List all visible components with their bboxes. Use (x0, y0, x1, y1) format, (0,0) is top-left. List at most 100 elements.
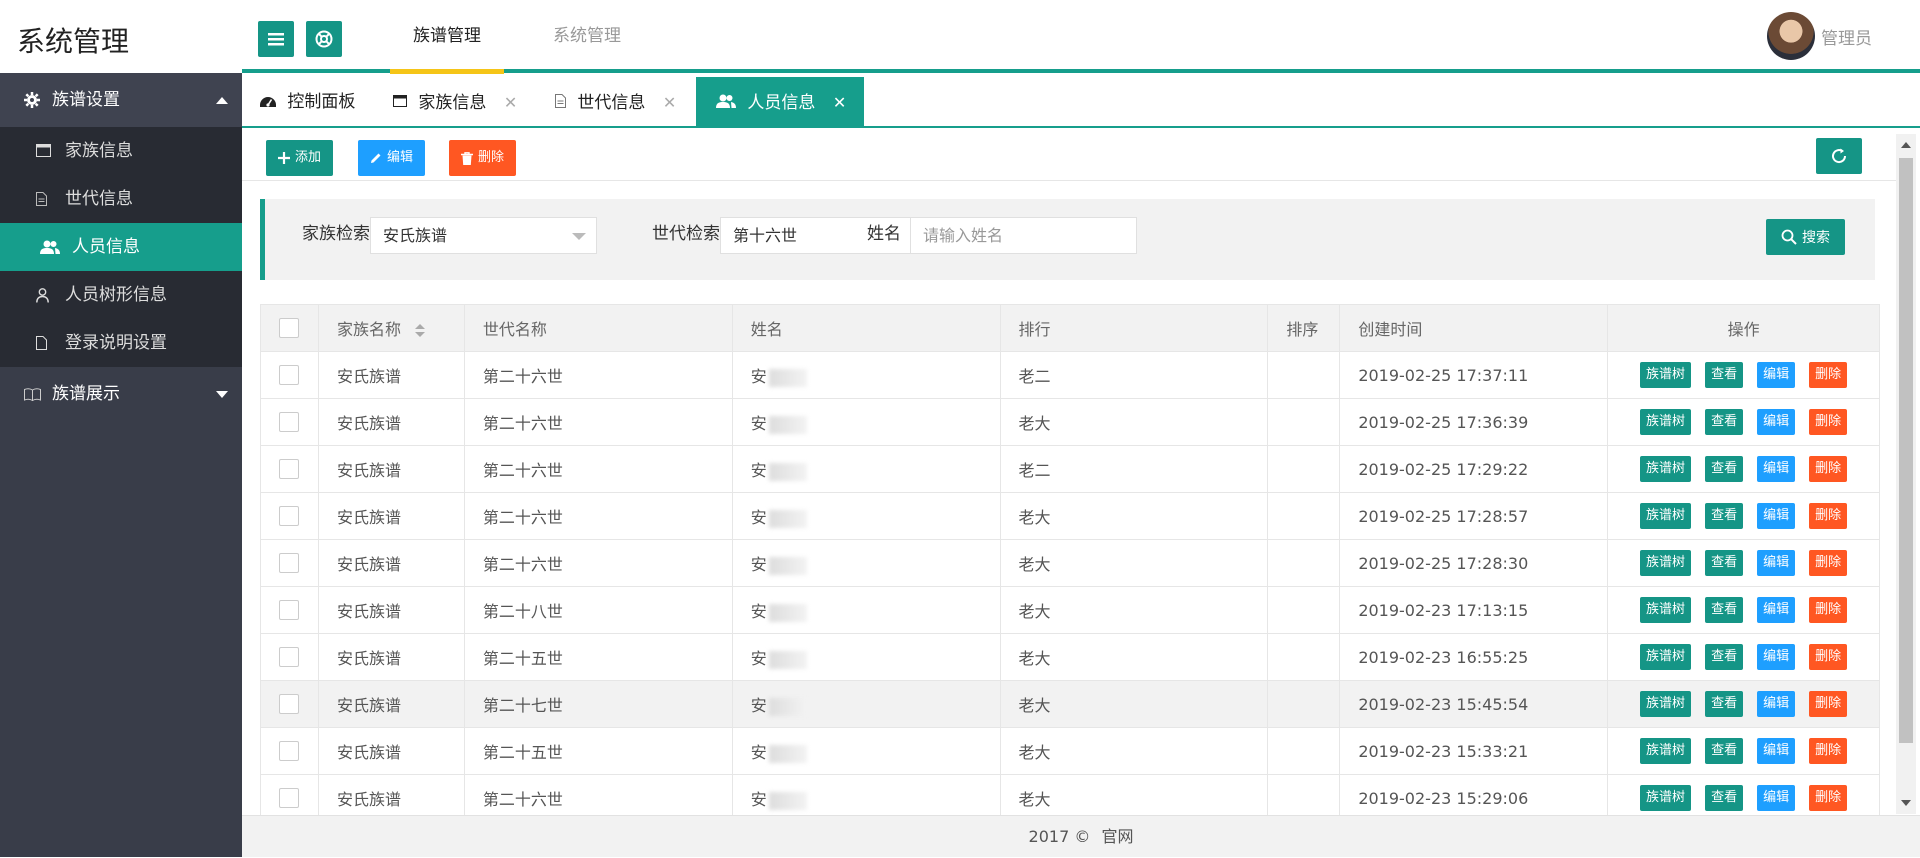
tab-family[interactable]: 家族信息 ✕ (393, 77, 517, 128)
name-input[interactable]: 请输入姓名 (910, 217, 1137, 254)
delete-button[interactable]: 删除 (449, 140, 517, 176)
sidebar-item-members[interactable]: 人员信息 (0, 223, 242, 271)
scrollbar-thumb[interactable] (1899, 158, 1913, 743)
row-checkbox[interactable] (279, 412, 299, 433)
topnav-genealogy[interactable]: 族谱管理 (390, 0, 504, 74)
row-delete-button[interactable]: 删除 (1809, 503, 1848, 529)
row-select-cell[interactable] (260, 727, 319, 775)
edit-button[interactable]: 编辑 (358, 140, 426, 176)
table-row: 安氏族谱 第二十六世安老大 2019-02-25 17:28:57 族谱树 查看 编辑 删除 (260, 492, 1880, 540)
close-icon[interactable]: ✕ (663, 93, 676, 112)
scroll-down-arrow-icon[interactable] (1901, 800, 1911, 806)
row-delete-button[interactable]: 删除 (1809, 597, 1848, 623)
row-select-cell[interactable] (260, 680, 319, 728)
col-generation: 世代名称 (463, 304, 733, 352)
row-edit-button[interactable]: 编辑 (1757, 644, 1796, 670)
tab-members[interactable]: 人员信息 ✕ (696, 77, 864, 128)
row-checkbox[interactable] (279, 788, 299, 809)
row-edit-button[interactable]: 编辑 (1757, 550, 1796, 576)
row-checkbox[interactable] (279, 600, 299, 621)
sidebar-item-family[interactable]: 家族信息 (0, 127, 242, 175)
row-edit-button[interactable]: 编辑 (1757, 691, 1796, 717)
view-button[interactable]: 查看 (1705, 409, 1744, 435)
sidebar-item-login-settings[interactable]: 登录说明设置 (0, 319, 242, 367)
row-edit-button[interactable]: 编辑 (1757, 738, 1796, 764)
help-button[interactable] (306, 21, 342, 57)
row-select-cell[interactable] (260, 351, 319, 399)
row-select-cell[interactable] (260, 774, 319, 815)
sidebar-group-display[interactable]: 族谱展示 (0, 367, 242, 421)
row-edit-button[interactable]: 编辑 (1757, 456, 1796, 482)
vertical-scrollbar[interactable] (1896, 134, 1916, 814)
row-checkbox[interactable] (279, 741, 299, 762)
select-all-checkbox[interactable] (279, 318, 299, 339)
tab-generation[interactable]: 世代信息 ✕ (555, 77, 676, 128)
row-edit-button[interactable]: 编辑 (1757, 597, 1796, 623)
row-delete-button[interactable]: 删除 (1809, 644, 1848, 670)
family-select[interactable]: 安氏族谱 (370, 217, 597, 254)
close-icon[interactable]: ✕ (504, 93, 517, 112)
select-all-cell[interactable] (260, 304, 319, 352)
view-button[interactable]: 查看 (1705, 503, 1744, 529)
row-checkbox[interactable] (279, 365, 299, 386)
row-delete-button[interactable]: 删除 (1809, 362, 1848, 388)
sidebar-item-member-tree[interactable]: 人员树形信息 (0, 271, 242, 319)
sidebar-item-generation[interactable]: 世代信息 (0, 175, 242, 223)
tree-button[interactable]: 族谱树 (1640, 691, 1692, 717)
add-button[interactable]: 添加 (266, 140, 334, 176)
row-select-cell[interactable] (260, 633, 319, 681)
tree-button[interactable]: 族谱树 (1640, 503, 1692, 529)
sort-icon[interactable] (415, 323, 425, 338)
row-checkbox[interactable] (279, 553, 299, 574)
row-edit-button[interactable]: 编辑 (1757, 785, 1796, 811)
row-checkbox[interactable] (279, 694, 299, 715)
row-checkbox[interactable] (279, 647, 299, 668)
row-select-cell[interactable] (260, 539, 319, 587)
tree-button[interactable]: 族谱树 (1640, 785, 1692, 811)
row-checkbox[interactable] (279, 459, 299, 480)
row-select-cell[interactable] (260, 398, 319, 446)
tree-button[interactable]: 族谱树 (1640, 597, 1692, 623)
cell-generation: 第二十六世 (463, 351, 733, 399)
close-icon[interactable]: ✕ (833, 93, 846, 112)
user-menu[interactable]: 管理员 (1767, 12, 1872, 60)
refresh-button[interactable] (1816, 138, 1862, 174)
row-select-cell[interactable] (260, 492, 319, 540)
row-select-cell[interactable] (260, 586, 319, 634)
row-delete-button[interactable]: 删除 (1809, 785, 1848, 811)
scroll-up-arrow-icon[interactable] (1901, 142, 1911, 148)
row-edit-button[interactable]: 编辑 (1757, 503, 1796, 529)
view-button[interactable]: 查看 (1705, 738, 1744, 764)
row-delete-button[interactable]: 删除 (1809, 550, 1848, 576)
tree-button[interactable]: 族谱树 (1640, 644, 1692, 670)
view-button[interactable]: 查看 (1705, 456, 1744, 482)
cell-order (1267, 539, 1341, 587)
row-checkbox[interactable] (279, 506, 299, 527)
row-edit-button[interactable]: 编辑 (1757, 362, 1796, 388)
tree-button[interactable]: 族谱树 (1640, 409, 1692, 435)
row-delete-button[interactable]: 删除 (1809, 456, 1848, 482)
row-select-cell[interactable] (260, 445, 319, 493)
search-button[interactable]: 搜索 (1766, 219, 1845, 255)
tree-button[interactable]: 族谱树 (1640, 550, 1692, 576)
view-button[interactable]: 查看 (1705, 691, 1744, 717)
view-button[interactable]: 查看 (1705, 362, 1744, 388)
tree-button[interactable]: 族谱树 (1640, 738, 1692, 764)
row-delete-button[interactable]: 删除 (1809, 409, 1848, 435)
sidebar-group-settings[interactable]: 族谱设置 (0, 73, 242, 127)
menu-toggle-button[interactable] (258, 21, 294, 57)
tree-button[interactable]: 族谱树 (1640, 456, 1692, 482)
view-button[interactable]: 查看 (1705, 644, 1744, 670)
row-delete-button[interactable]: 删除 (1809, 738, 1848, 764)
topnav-system[interactable]: 系统管理 (530, 0, 644, 73)
row-edit-button[interactable]: 编辑 (1757, 409, 1796, 435)
footer-link[interactable]: 官网 (1101, 827, 1133, 846)
view-button[interactable]: 查看 (1705, 550, 1744, 576)
tree-button[interactable]: 族谱树 (1640, 362, 1692, 388)
tab-dashboard[interactable]: 控制面板 (260, 77, 355, 128)
view-button[interactable]: 查看 (1705, 597, 1744, 623)
row-delete-button[interactable]: 删除 (1809, 691, 1848, 717)
cell-rank: 老大 (999, 586, 1269, 634)
view-button[interactable]: 查看 (1705, 785, 1744, 811)
col-family[interactable]: 家族名称 (317, 304, 465, 352)
